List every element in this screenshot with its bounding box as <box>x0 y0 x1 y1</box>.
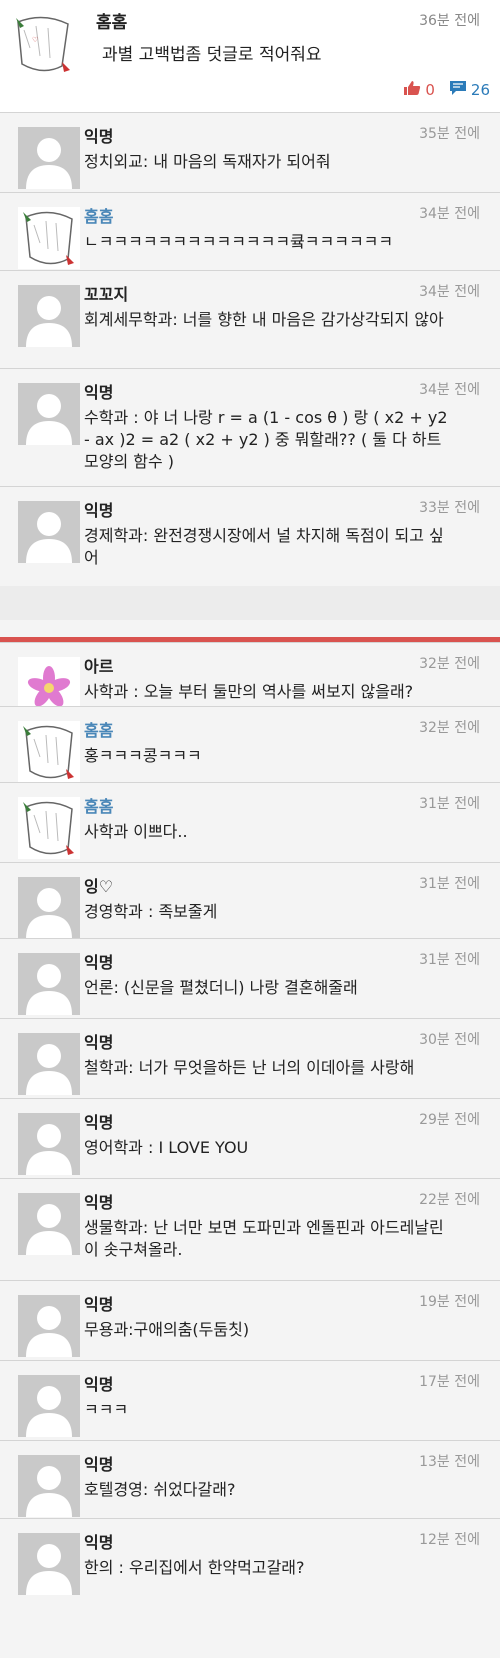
comment-row[interactable]: 홈홈 31분 전에사학과 이쁘다.. <box>0 782 500 862</box>
comment-time: 31분 전에 <box>419 796 480 812</box>
comment-count: 26 <box>470 81 490 99</box>
comment-author[interactable]: 익명 <box>84 1291 113 1315</box>
comment-body: 홍ㅋㅋㅋ콩ㅋㅋㅋ <box>84 746 202 765</box>
comment-row[interactable]: 익명 12분 전에한의 : 우리집에서 한약먹고갈래? <box>0 1518 500 1658</box>
section-divider <box>0 637 500 642</box>
comment-row[interactable]: 익명 22분 전에생물학과: 난 너만 보면 도파민과 엔돌핀과 아드레날린이 솟… <box>0 1178 500 1280</box>
like-count: 0 <box>425 81 435 99</box>
post-author[interactable]: 홈홈 <box>96 8 127 33</box>
comment-time: 31분 전에 <box>419 952 480 968</box>
avatar[interactable] <box>18 1295 80 1357</box>
comment-author[interactable]: 아르 <box>84 653 113 677</box>
comment-time: 34분 전에 <box>419 382 480 398</box>
original-post: ♡ 홈홈 36분 전에 과별 고백법좀 덧글로 적어줘요 0 26 <box>0 0 500 112</box>
svg-text:♡: ♡ <box>32 36 38 44</box>
comment-row[interactable]: 익명 29분 전에영어학과 : I LOVE YOU <box>0 1098 500 1178</box>
comments-button[interactable]: 26 <box>449 80 490 100</box>
comment-body: 한의 : 우리집에서 한약먹고갈래? <box>84 1558 305 1577</box>
avatar[interactable] <box>18 207 80 269</box>
comment-time: 34분 전에 <box>419 284 480 300</box>
comment-body: 경영학과 : 족보줄게 <box>84 902 218 921</box>
comment-row[interactable]: 익명 31분 전에언론: (신문을 펼쳤더니) 나랑 결혼해줄래 <box>0 938 500 1018</box>
comment-author[interactable]: 익명 <box>84 1529 113 1553</box>
comment-time: 32분 전에 <box>419 656 480 672</box>
avatar[interactable] <box>18 1375 80 1437</box>
comment-author[interactable]: 홈홈 <box>84 717 113 741</box>
avatar[interactable] <box>18 285 80 347</box>
comment-body: 사학과 이쁘다.. <box>84 822 188 841</box>
avatar[interactable] <box>18 501 80 563</box>
avatar[interactable] <box>18 953 80 1015</box>
list-gap <box>0 620 500 637</box>
comment-author[interactable]: 익명 <box>84 1451 113 1475</box>
comment-body: 호텔경영: 쉬었다갈래? <box>84 1480 236 1499</box>
comment-time: 12분 전에 <box>419 1532 480 1548</box>
comment-time: 22분 전에 <box>419 1192 480 1208</box>
comment-author[interactable]: 꼬꼬지 <box>84 281 128 305</box>
comment-body: 영어학과 : I LOVE YOU <box>84 1138 249 1157</box>
comment-row[interactable]: 익명 33분 전에경제학과: 완전경쟁시장에서 널 차지해 독점이 되고 싶어 <box>0 486 500 586</box>
comment-time: 13분 전에 <box>419 1454 480 1470</box>
comment-row[interactable]: 익명 30분 전에 철학과: 너가 무엇을하든 난 너의 이데아를 사랑해 <box>0 1018 500 1098</box>
comment-body: 정치외교: 내 마음의 독재자가 되어줘 <box>84 152 331 171</box>
comment-time: 29분 전에 <box>419 1112 480 1128</box>
avatar[interactable] <box>18 1033 80 1095</box>
avatar[interactable] <box>18 127 80 189</box>
avatar[interactable] <box>18 383 80 445</box>
comment-row[interactable]: 아르 32분 전에사학과 : 오늘 부터 둘만의 역사를 써보지 않을래? <box>0 642 500 719</box>
avatar[interactable] <box>18 1193 80 1255</box>
comment-author[interactable]: 잉♡ <box>84 873 113 897</box>
comment-row[interactable]: 홈홈 32분 전에홍ㅋㅋㅋ콩ㅋㅋㅋ <box>0 706 500 783</box>
comment-body: ㅋㅋㅋ <box>84 1400 129 1419</box>
comment-author[interactable]: 익명 <box>84 1109 113 1133</box>
comment-author[interactable]: 익명 <box>84 497 113 521</box>
like-button[interactable]: 0 <box>403 80 435 100</box>
comment-author[interactable]: 익명 <box>84 1029 113 1053</box>
post-actions: 0 26 <box>403 80 490 100</box>
comment-row[interactable]: 익명 35분 전에정치외교: 내 마음의 독재자가 되어줘 <box>0 112 500 192</box>
comment-body: 생물학과: 난 너만 보면 도파민과 엔돌핀과 아드레날린이 솟구쳐올라. <box>84 1218 444 1259</box>
comment-body: 경제학과: 완전경쟁시장에서 널 차지해 독점이 되고 싶어 <box>84 526 444 567</box>
comment-time: 32분 전에 <box>419 720 480 736</box>
avatar[interactable] <box>18 1113 80 1175</box>
comment-author[interactable]: 홈홈 <box>84 793 113 817</box>
comment-time: 19분 전에 <box>419 1294 480 1310</box>
avatar[interactable] <box>18 1533 80 1595</box>
comment-time: 35분 전에 <box>419 126 480 142</box>
author-avatar[interactable]: ♡ <box>10 12 76 78</box>
comment-body: 언론: (신문을 펼쳤더니) 나랑 결혼해줄래 <box>84 978 358 997</box>
comment-time: 31분 전에 <box>419 876 480 892</box>
comment-body: ㄴㅋㅋㅋㅋㅋㅋㅋㅋㅋㅋㅋㅋㅋ큨ㅋㅋㅋㅋㅋㅋ <box>84 232 394 251</box>
comment-row[interactable]: 익명 34분 전에수학과 : 야 너 나랑 r = a (1 - cos θ ) … <box>0 368 500 486</box>
comment-body: 무용과:구애의춤(두둠칫) <box>84 1320 250 1339</box>
comment-author[interactable]: 익명 <box>84 379 113 403</box>
avatar[interactable] <box>18 877 80 939</box>
comment-body: 회계세무학과: 너를 향한 내 마음은 감가상각되지 않아 <box>84 310 444 329</box>
comment-body: 사학과 : 오늘 부터 둘만의 역사를 써보지 않을래? <box>84 682 414 701</box>
thumbs-up-icon <box>403 80 421 100</box>
avatar[interactable] <box>18 1455 80 1517</box>
comment-row[interactable]: 익명 19분 전에무용과:구애의춤(두둠칫) <box>0 1280 500 1360</box>
comment-author[interactable]: 익명 <box>84 1371 113 1395</box>
comment-body: 수학과 : 야 너 나랑 r = a (1 - cos θ ) 랑 ( x2 +… <box>84 408 448 471</box>
comment-time: 34분 전에 <box>419 206 480 222</box>
comment-time: 17분 전에 <box>419 1374 480 1390</box>
post-time: 36분 전에 <box>419 13 480 29</box>
comment-author[interactable]: 익명 <box>84 1189 113 1213</box>
avatar[interactable] <box>18 721 80 783</box>
comment-row[interactable]: 익명 13분 전에호텔경영: 쉬었다갈래? <box>0 1440 500 1518</box>
comment-author[interactable]: 익명 <box>84 123 113 147</box>
comment-time: 30분 전에 <box>419 1032 480 1048</box>
speech-bubble-icon <box>449 80 467 100</box>
comment-author[interactable]: 익명 <box>84 949 113 973</box>
comment-row[interactable]: 홈홈 34분 전에 ㄴㅋㅋㅋㅋㅋㅋㅋㅋㅋㅋㅋㅋㅋ큨ㅋㅋㅋㅋㅋㅋ <box>0 192 500 270</box>
comment-author[interactable]: 홈홈 <box>84 203 113 227</box>
comment-time: 33분 전에 <box>419 500 480 516</box>
comment-row[interactable]: 익명 17분 전에 ㅋㅋㅋ <box>0 1360 500 1440</box>
comment-row[interactable]: 잉♡ 31분 전에경영학과 : 족보줄게 <box>0 862 500 939</box>
comment-body: 철학과: 너가 무엇을하든 난 너의 이데아를 사랑해 <box>84 1058 415 1077</box>
comment-row[interactable]: 꼬꼬지 34분 전에회계세무학과: 너를 향한 내 마음은 감가상각되지 않아 <box>0 270 500 368</box>
post-body: 과별 고백법좀 덧글로 적어줘요 <box>102 45 322 65</box>
avatar[interactable] <box>18 797 80 859</box>
